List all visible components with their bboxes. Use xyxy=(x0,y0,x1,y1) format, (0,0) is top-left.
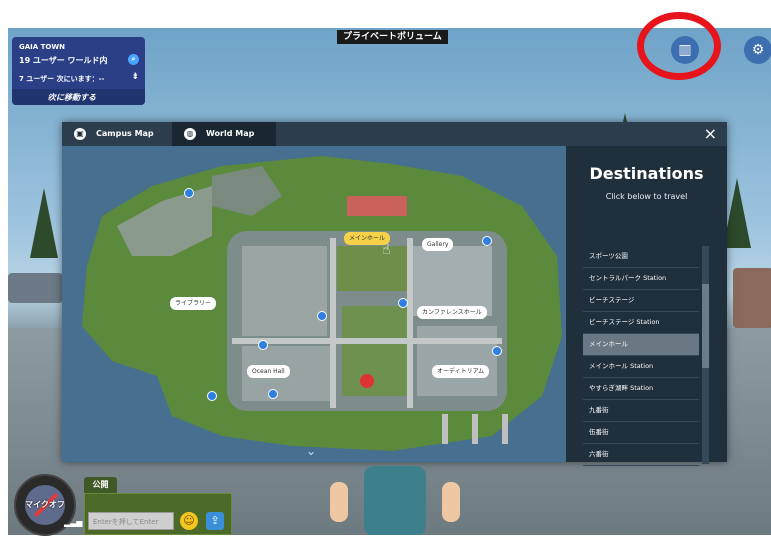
destination-item[interactable]: 九番街 xyxy=(583,400,699,422)
tab-campus-label: Campus Map xyxy=(96,129,154,138)
sort-icon[interactable]: ⇟ xyxy=(131,72,139,82)
globe-icon: ◍ xyxy=(184,127,196,140)
next-move-button[interactable]: 次に移動する › xyxy=(12,89,145,105)
private-volume-label: プライベートボリューム xyxy=(337,30,448,44)
close-icon[interactable]: × xyxy=(704,124,717,144)
map-pin[interactable] xyxy=(482,236,492,246)
gear-icon[interactable]: ⚙ xyxy=(744,36,771,64)
island-map-graphic xyxy=(62,146,566,462)
users-in-world: 19 ユーザー ワールド内 xyxy=(19,56,108,65)
destination-item[interactable]: ビーチステージ Station xyxy=(583,312,699,334)
map-tab-bar: ▣ Campus Map ◍ World Map × xyxy=(62,122,727,146)
signal-icon: ▂▃▅ xyxy=(64,518,83,527)
destination-item[interactable]: やすらぎ湖畔 Station xyxy=(583,378,699,400)
destination-item-selected[interactable]: メインホール xyxy=(583,334,699,356)
map-pin[interactable] xyxy=(492,346,502,356)
scrollbar-thumb[interactable] xyxy=(702,284,709,368)
building xyxy=(733,268,771,328)
destination-item[interactable]: メインホール Station xyxy=(583,356,699,378)
world-name: GAIA TOWN xyxy=(19,43,65,51)
map-label-ocean-hall[interactable]: Ocean Hall xyxy=(247,365,290,378)
chevron-right-icon: › xyxy=(48,92,52,101)
destination-item[interactable]: スポーツ公園 xyxy=(583,246,699,268)
map-pin[interactable] xyxy=(317,311,327,321)
users-here: 7 ユーザー 次にいます：-- xyxy=(19,75,105,83)
destination-item[interactable]: ビーチステージ xyxy=(583,290,699,312)
tree xyxy=(30,188,58,258)
tab-world-map[interactable]: ◍ World Map xyxy=(172,122,276,146)
destinations-list: スポーツ公園 セントラルパーク Station ビーチステージ ビーチステージ … xyxy=(583,246,699,466)
chevron-down-icon[interactable]: ⌄ xyxy=(306,444,316,458)
map-pin[interactable] xyxy=(398,298,408,308)
tab-world-label: World Map xyxy=(206,129,255,138)
map-pin[interactable] xyxy=(268,389,278,399)
destination-item[interactable]: 六番街 xyxy=(583,444,699,466)
map-label-library[interactable]: ライブラリー xyxy=(170,297,217,310)
chat-tab-public[interactable]: 公開 xyxy=(84,477,117,493)
map-pin[interactable] xyxy=(258,340,268,350)
mic-label: マイクオフ xyxy=(25,500,65,509)
world-map[interactable]: メインホール Gallery ライブラリー Ocean Hall カンファレンス… xyxy=(62,146,566,462)
building xyxy=(8,273,63,303)
upload-icon[interactable]: ⇪ xyxy=(206,512,224,530)
hand-cursor-icon: ☝ xyxy=(382,242,391,258)
world-info-panel: GAIA TOWN 19 ユーザー ワールド内 ⌕ 7 ユーザー 次にいます：-… xyxy=(12,37,145,105)
map-dialog: ▣ Campus Map ◍ World Map × メインホール Galler… xyxy=(62,122,727,466)
destination-item[interactable]: 伍番街 xyxy=(583,422,699,444)
campus-icon: ▣ xyxy=(74,127,86,140)
emoji-icon[interactable]: ☺ xyxy=(180,512,198,530)
chat-input[interactable]: Enterを押してEnter xyxy=(88,512,174,530)
map-label-gallery[interactable]: Gallery xyxy=(422,238,454,251)
destinations-panel: Destinations Click below to travel スポーツ公… xyxy=(566,146,727,466)
map-pin[interactable] xyxy=(207,391,217,401)
map-pin[interactable] xyxy=(184,188,194,198)
destinations-title: Destinations xyxy=(589,164,704,183)
destinations-scrollbar[interactable] xyxy=(702,246,709,464)
avatar-body xyxy=(330,466,460,535)
map-label-art-center[interactable]: オーディトリアム xyxy=(432,365,490,378)
tab-campus-map[interactable]: ▣ Campus Map xyxy=(74,122,170,146)
map-label-conference[interactable]: カンファレンスホール xyxy=(417,306,487,319)
destinations-subtitle: Click below to travel xyxy=(605,192,688,201)
destination-item[interactable]: セントラルパーク Station xyxy=(583,268,699,290)
search-icon[interactable]: ⌕ xyxy=(128,54,139,65)
highlight-ring xyxy=(637,12,721,80)
tree xyxy=(723,178,751,248)
